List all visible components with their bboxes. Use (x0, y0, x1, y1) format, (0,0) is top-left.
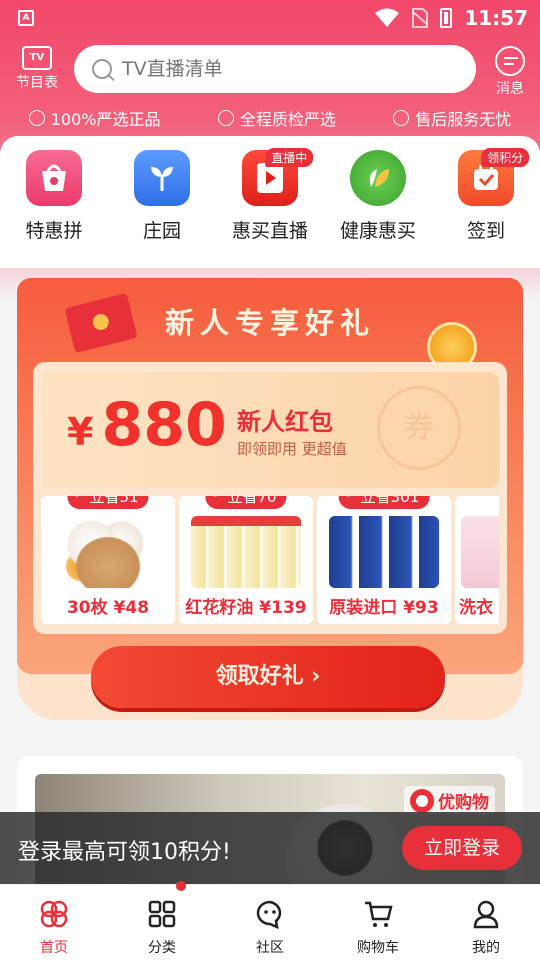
app-notification-icon: A (18, 10, 34, 26)
promise-item: 100%严选正品 (28, 106, 160, 130)
home-icon (40, 900, 68, 928)
message-label: 消息 (496, 81, 524, 97)
product-image-oil (191, 516, 301, 588)
product-card[interactable]: 立省70 红花籽油 ¥139 (179, 496, 313, 624)
login-prompt-bar: 登录最高可领10积分! 立即登录 (0, 812, 540, 884)
status-time: 11:57 (464, 6, 528, 30)
shopping-bag-icon (26, 150, 82, 206)
smile-icon (28, 110, 45, 126)
farm-leaf-icon (134, 150, 190, 206)
save-badge: 立省301 (336, 496, 432, 511)
tv-guide-label: 节目表 (16, 75, 58, 91)
profile-icon (473, 900, 499, 929)
claim-gift-button[interactable]: 领取好礼 › (91, 646, 445, 708)
search-icon (92, 59, 112, 79)
nav-label: 分类 (148, 940, 176, 956)
status-bar: A 11:57 (0, 0, 540, 36)
smile-icon (217, 110, 234, 126)
product-card[interactable]: 立省51 30枚 ¥48 (41, 496, 175, 624)
menu-item-health[interactable]: 健康惠买 (330, 150, 426, 268)
no-sim-icon (412, 8, 429, 28)
menu-item-checkin[interactable]: 领积分 签到 (438, 148, 534, 268)
service-promises: 100%严选正品 全程质检严选 售后服务无忧 (0, 106, 540, 130)
save-badge: 立省51 (65, 496, 151, 511)
smile-icon (393, 110, 410, 126)
menu-item-special-group[interactable]: 特惠拼 (6, 150, 102, 268)
product-image-bottles (329, 516, 439, 588)
red-packet-coupon[interactable]: ¥ 880 新人红包 即领即用 更超值 券 (41, 372, 499, 488)
quick-menu: 特惠拼 庄园 直播中 惠买直播 健康惠买 领积分 签到 (0, 136, 540, 268)
notification-dot (176, 881, 186, 891)
save-badge: 立省70 (203, 496, 289, 511)
grid-icon (148, 900, 176, 928)
menu-item-farm[interactable]: 庄园 (114, 150, 210, 268)
battery-icon (440, 8, 453, 28)
login-prompt-text: 登录最高可领10积分! (18, 840, 231, 865)
product-label: 洗衣 (459, 598, 493, 618)
live-badge: 直播中 (265, 148, 314, 167)
coupon-seal-icon: 券 (377, 386, 461, 470)
wifi-icon (375, 8, 400, 27)
brand-logo-icon (410, 788, 434, 813)
nav-category[interactable]: 分类 (112, 881, 212, 960)
red-packet-amount: 880 (101, 390, 227, 460)
message-button[interactable]: 消息 (490, 46, 530, 98)
search-input[interactable] (122, 58, 442, 80)
search-bar[interactable] (74, 45, 476, 93)
product-card[interactable]: 洗衣 (455, 496, 499, 624)
nav-home[interactable]: 首页 (4, 885, 104, 960)
tv-guide-button[interactable]: TV 节目表 (12, 46, 62, 92)
message-icon (495, 46, 525, 76)
tv-icon: TV (22, 46, 52, 70)
nav-cart[interactable]: 购物车 (328, 885, 428, 960)
new-user-gift-card: 新人专享好礼 ¥ 880 新人红包 即领即用 更超值 券 立省51 30枚 ¥4… (17, 278, 523, 708)
product-label: 原装进口 ¥93 (329, 598, 439, 618)
voucher-panel: ¥ 880 新人红包 即领即用 更超值 券 立省51 30枚 ¥48 立省70 … (33, 362, 507, 634)
nav-label: 首页 (40, 940, 68, 956)
gift-product-list: 立省51 30枚 ¥48 立省70 红花籽油 ¥139 立省301 原装进口 ¥… (41, 496, 499, 624)
login-button[interactable]: 立即登录 (402, 826, 522, 870)
promise-item: 售后服务无忧 (393, 106, 511, 130)
nav-community[interactable]: 社区 (220, 885, 320, 960)
cart-icon (365, 901, 393, 927)
points-badge: 领积分 (481, 148, 530, 167)
product-card[interactable]: 立省301 原装进口 ¥93 (317, 496, 451, 624)
community-icon (256, 900, 282, 930)
brand-logo: 优购物 (404, 786, 495, 815)
product-label: 红花籽油 ¥139 (185, 598, 307, 618)
currency-symbol: ¥ (67, 410, 94, 454)
bottom-nav: 首页 分类 社区 购物车 我的 (0, 881, 540, 960)
promise-item: 全程质检严选 (217, 106, 336, 130)
product-label: 30枚 ¥48 (66, 598, 150, 618)
menu-item-live[interactable]: 直播中 惠买直播 (222, 148, 318, 268)
nav-profile[interactable]: 我的 (436, 885, 536, 960)
red-packet-title: 新人红包 (237, 408, 333, 436)
product-image-detergent (461, 516, 499, 588)
nav-label: 我的 (472, 940, 500, 956)
red-packet-subtitle: 即领即用 更超值 (237, 440, 347, 458)
product-image-eggs (53, 516, 163, 588)
health-leaf-icon (350, 150, 406, 206)
nav-label: 社区 (256, 940, 284, 956)
nav-label: 购物车 (357, 940, 399, 956)
